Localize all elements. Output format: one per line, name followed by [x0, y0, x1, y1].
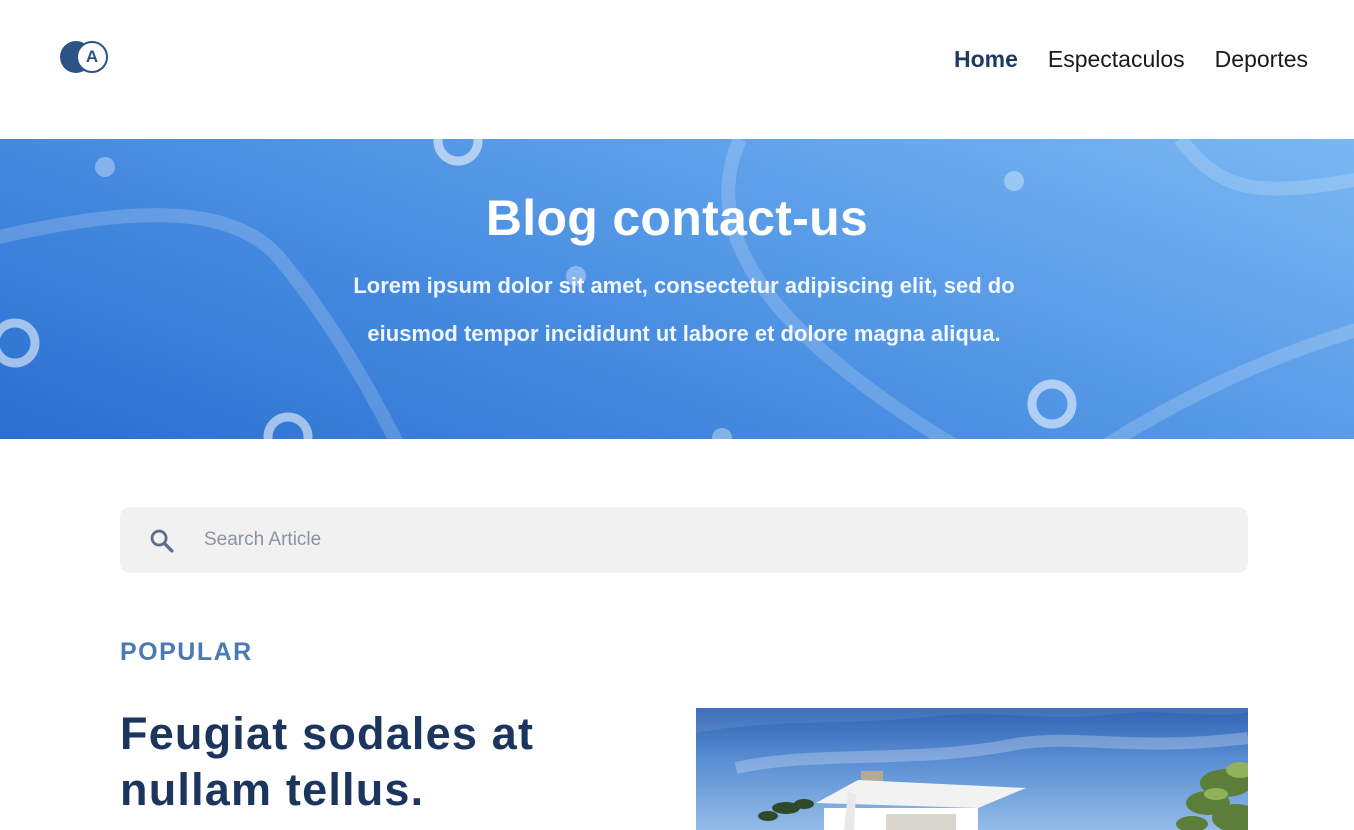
logo[interactable]: A	[60, 41, 110, 75]
building-illustration	[696, 708, 1248, 830]
search-bar	[120, 507, 1248, 573]
site-header: A Home Espectaculos Deportes	[0, 0, 1354, 139]
nav-espectaculos[interactable]: Espectaculos	[1048, 46, 1185, 73]
popular-article-title[interactable]: Feugiat sodales at nullam tellus.	[120, 706, 640, 818]
hero-banner: Blog contact-us Lorem ipsum dolor sit am…	[0, 139, 1354, 439]
hero-subtitle: Lorem ipsum dolor sit amet, consectetur …	[353, 273, 1015, 346]
nav-home[interactable]: Home	[954, 46, 1018, 73]
search-icon[interactable]	[148, 527, 176, 555]
nav-deportes[interactable]: Deportes	[1215, 46, 1308, 73]
logo-letter: A	[76, 41, 108, 73]
hero-title: Blog contact-us	[485, 190, 869, 246]
popular-article-image[interactable]	[696, 708, 1248, 830]
main-nav: Home Espectaculos Deportes	[954, 46, 1308, 73]
search-input[interactable]	[204, 519, 1204, 561]
page: A Home Espectaculos Deportes Blog contac…	[0, 0, 1354, 830]
section-label-popular: POPULAR	[120, 638, 253, 666]
